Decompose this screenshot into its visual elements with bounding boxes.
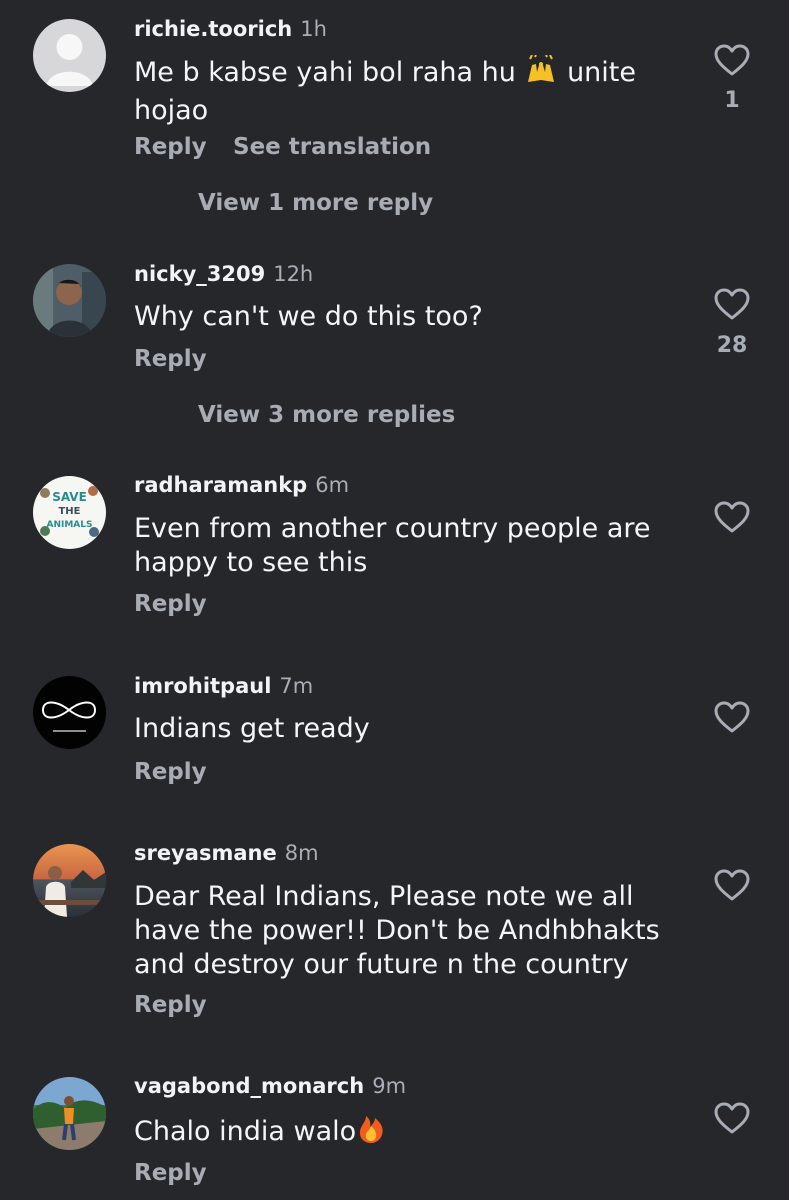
username[interactable]: radharamankp [134, 473, 307, 497]
timestamp: 9m [372, 1074, 407, 1098]
comment-text: Dear Real Indians, Please note we all ha… [134, 881, 660, 980]
comment-header: sreyasmane 8m [134, 840, 319, 866]
save-the-animals-avatar-icon: SAVE THE ANIMALS [33, 476, 106, 549]
heart-icon[interactable] [713, 1101, 751, 1135]
profile-photo-icon [33, 844, 106, 917]
default-avatar-icon [33, 19, 106, 92]
reply-button[interactable]: Reply [134, 991, 207, 1019]
comment-text: Even from another country people are hap… [134, 513, 651, 578]
avatar-text: ANIMALS [47, 520, 93, 530]
reply-button[interactable]: Reply [134, 590, 207, 618]
profile-photo-icon [33, 264, 106, 337]
raising-hands-emoji [524, 54, 558, 94]
username[interactable]: imrohitpaul [134, 674, 271, 698]
avatar-text: THE [58, 506, 80, 517]
timestamp: 8m [284, 841, 319, 865]
timestamp: 6m [315, 473, 350, 497]
comment-text: Me b kabse yahi bol raha hu unite hojao [134, 54, 694, 128]
username[interactable]: richie.toorich [134, 17, 292, 41]
username[interactable]: sreyasmane [134, 841, 277, 865]
comment-header: nicky_3209 12h [134, 261, 313, 287]
avatar-text: SAVE [52, 490, 87, 504]
avatar[interactable] [33, 844, 106, 917]
reply-button[interactable]: Reply [134, 345, 207, 373]
comment-header: vagabond_monarch 9m [134, 1073, 406, 1099]
view-more-replies-button[interactable]: View 3 more replies [198, 401, 455, 429]
comment-text-part: Me b kabse yahi bol raha hu [134, 57, 525, 88]
timestamp: 1h [300, 17, 327, 41]
comment-text: Chalo india walo [134, 1113, 694, 1153]
comment-text: Why can't we do this too? [134, 301, 483, 332]
username[interactable]: nicky_3209 [134, 262, 265, 286]
avatar[interactable] [33, 264, 106, 337]
reply-button[interactable]: Reply [134, 1159, 207, 1187]
timestamp: 12h [273, 262, 314, 286]
see-translation-button[interactable]: See translation [233, 133, 431, 161]
reply-button[interactable]: Reply [134, 758, 207, 786]
comment-header: radharamankp 6m [134, 472, 349, 498]
profile-photo-icon [33, 1077, 106, 1150]
comment-header: imrohitpaul 7m [134, 673, 313, 699]
comment-header: richie.toorich 1h [134, 16, 327, 42]
username[interactable]: vagabond_monarch [134, 1074, 364, 1098]
fire-emoji [356, 1113, 386, 1153]
like-count: 1 [724, 88, 740, 113]
infinity-avatar-icon [33, 676, 106, 749]
reply-button[interactable]: Reply [134, 133, 207, 161]
avatar[interactable] [33, 676, 106, 749]
heart-icon[interactable] [713, 868, 751, 902]
heart-icon[interactable] [713, 700, 751, 734]
timestamp: 7m [279, 674, 314, 698]
like-count: 28 [716, 333, 748, 358]
heart-icon[interactable] [713, 43, 751, 77]
avatar[interactable]: SAVE THE ANIMALS [33, 476, 106, 549]
comment-text-part: Chalo india walo [134, 1116, 357, 1147]
heart-icon[interactable] [713, 287, 751, 321]
view-more-replies-button[interactable]: View 1 more reply [198, 189, 433, 217]
avatar[interactable] [33, 19, 106, 92]
avatar[interactable] [33, 1077, 106, 1150]
heart-icon[interactable] [713, 500, 751, 534]
comment-text: Indians get ready [134, 713, 370, 744]
